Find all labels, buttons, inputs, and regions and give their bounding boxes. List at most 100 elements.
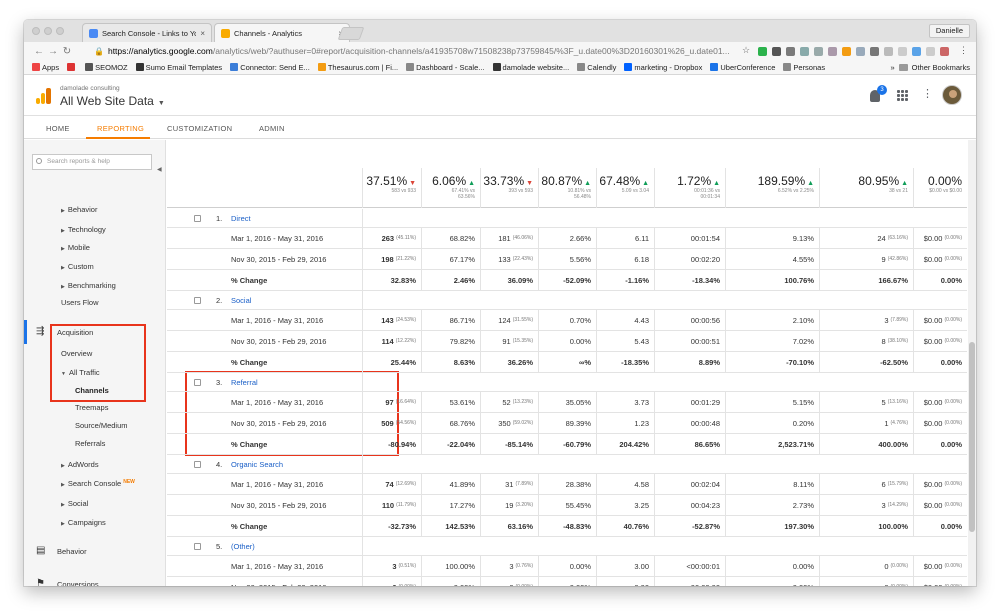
extension-icon[interactable] — [758, 47, 767, 56]
extension-icon[interactable] — [828, 47, 837, 56]
sidebar-item-acquisition[interactable]: Acquisition — [57, 328, 93, 337]
scrollbar-thumb[interactable] — [969, 342, 975, 532]
minimize-window-button[interactable] — [44, 27, 52, 35]
property-selector[interactable]: All Web Site Data ▼ — [60, 94, 165, 108]
sidebar-item-overview[interactable]: Overview — [61, 349, 92, 358]
date-range-row: Mar 1, 2016 - May 31, 2016 3 (0.51%) 100.00… — [167, 556, 967, 577]
extension-icon[interactable] — [870, 47, 879, 56]
sidebar-item-search-console[interactable]: ▶ Search Console NEW — [61, 479, 135, 488]
extension-icon[interactable] — [912, 47, 921, 56]
channel-group-row[interactable]: 4. Organic Search — [167, 455, 967, 474]
caret-right-icon: ▶ — [61, 463, 65, 469]
row-checkbox[interactable] — [194, 379, 201, 386]
back-arrow-icon[interactable]: ← — [32, 46, 46, 57]
bookmark-item[interactable]: Apps — [32, 63, 59, 72]
extension-icon[interactable] — [940, 47, 949, 56]
channel-link[interactable]: Referral — [231, 378, 258, 387]
tab-admin[interactable]: ADMIN — [259, 124, 285, 133]
bookmark-item[interactable]: Connector: Send E... — [230, 63, 310, 72]
sidebar-item-technology[interactable]: ▶ Technology — [61, 225, 106, 234]
cell-value: 53.61% — [449, 397, 475, 407]
address-bar[interactable]: 🔒 https://analytics.google.com/analytics… — [94, 44, 760, 58]
sidebar-item-users-flow[interactable]: Users Flow — [61, 298, 99, 307]
browser-tab[interactable]: Search Console - Links to You × — [82, 23, 212, 42]
bookmark-item[interactable]: Calendly — [577, 63, 616, 72]
cell-value: 8.11% — [793, 479, 814, 489]
sidebar-item-referrals[interactable]: Referrals — [75, 439, 105, 448]
forward-arrow-icon[interactable]: → — [46, 46, 60, 57]
maximize-window-button[interactable] — [56, 27, 64, 35]
profile-button[interactable]: Danielle — [928, 24, 970, 38]
sidebar-item-mobile[interactable]: ▶ Mobile — [61, 243, 90, 252]
cell-value: 5.43 — [634, 336, 649, 346]
channel-group-row[interactable]: 1. Direct — [167, 209, 967, 228]
extension-icon[interactable] — [926, 47, 935, 56]
extension-icon[interactable] — [800, 47, 809, 56]
bookmark-item[interactable]: SEOMOZ — [85, 63, 128, 72]
extension-icon[interactable] — [842, 47, 851, 56]
more-options-icon[interactable]: ⋮ — [922, 87, 933, 100]
cell-percentage: (31.55%) — [512, 317, 533, 323]
extension-icon[interactable] — [898, 47, 907, 56]
table-cell: 3 (7.89%) — [819, 310, 913, 330]
row-checkbox[interactable] — [194, 543, 201, 550]
extension-icon[interactable] — [772, 47, 781, 56]
browser-menu-icon[interactable]: ⋮ — [959, 45, 968, 56]
bookmark-item[interactable]: UberConference — [710, 63, 775, 72]
channel-link[interactable]: (Other) — [231, 542, 255, 551]
sidebar-item-adwords[interactable]: ▶ AdWords — [61, 460, 99, 469]
cell-value: -52.87% — [692, 521, 720, 531]
sidebar-item-all-traffic[interactable]: ▼ All Traffic — [61, 368, 100, 377]
close-window-button[interactable] — [32, 27, 40, 35]
extension-icon[interactable] — [814, 47, 823, 56]
percent-change-row: % Change 32.83% 2.46% 36.09% -52.09% -1.16% -1… — [167, 270, 967, 291]
analytics-logo-icon[interactable] — [36, 88, 52, 104]
bookmark-item[interactable]: Sumo Email Templates — [135, 63, 222, 72]
reload-icon[interactable]: ↻ — [60, 46, 74, 57]
bookmark-item[interactable]: damolade website... — [492, 63, 569, 72]
bookmark-item[interactable]: Thesaurus.com | Fi... — [317, 63, 398, 72]
sidebar-item-channels[interactable]: Channels — [75, 386, 109, 395]
channel-link[interactable]: Organic Search — [231, 460, 283, 469]
channel-link[interactable]: Direct — [231, 214, 251, 223]
search-input[interactable]: Search reports & help — [32, 154, 152, 170]
row-checkbox[interactable] — [194, 215, 201, 222]
bookmark-star-icon[interactable]: ☆ — [742, 45, 750, 56]
channel-group-row[interactable]: 3. Referral — [167, 373, 967, 392]
cell-value: 74 — [385, 479, 394, 489]
channel-group-row[interactable]: 2. Social — [167, 291, 967, 310]
avatar[interactable] — [942, 85, 962, 105]
extension-icon[interactable] — [856, 47, 865, 56]
other-bookmarks[interactable]: » Other Bookmarks — [886, 60, 970, 74]
sidebar-item-social[interactable]: ▶ Social — [61, 499, 88, 508]
cell-value: 3.00 — [634, 561, 649, 571]
sidebar-item-treemaps[interactable]: Treemaps — [75, 403, 108, 412]
bookmark-item[interactable] — [67, 63, 77, 71]
close-tab-icon[interactable]: × — [200, 29, 205, 38]
tab-home[interactable]: HOME — [46, 124, 70, 133]
bookmark-item[interactable]: marketing - Dropbox — [624, 63, 702, 72]
tab-reporting[interactable]: REPORTING — [97, 124, 144, 133]
sidebar-item-behavior[interactable]: Behavior — [57, 547, 87, 556]
sidebar-item-custom[interactable]: ▶ Custom — [61, 262, 94, 271]
channel-link[interactable]: Social — [231, 296, 251, 305]
browser-window: Search Console - Links to You × Channels -… — [24, 20, 976, 586]
bookmark-item[interactable]: Personas — [783, 63, 825, 72]
sidebar-item-behavior[interactable]: ▶ Behavior — [61, 205, 97, 214]
extension-icon[interactable] — [786, 47, 795, 56]
table-cell: 63.16% — [480, 516, 538, 536]
sidebar-item-benchmarking[interactable]: ▶ Benchmarking — [61, 281, 116, 290]
extension-icon[interactable] — [884, 47, 893, 56]
sidebar-item-campaigns[interactable]: ▶ Campaigns — [61, 518, 106, 527]
apps-grid-icon[interactable] — [897, 90, 908, 101]
bookmark-item[interactable]: Dashboard - Scale... — [406, 63, 485, 72]
sidebar-item-source-medium[interactable]: Source/Medium — [75, 421, 128, 430]
row-checkbox[interactable] — [194, 461, 201, 468]
row-checkbox[interactable] — [194, 297, 201, 304]
browser-tab[interactable]: Channels - Analytics× — [214, 23, 350, 42]
sidebar-item-conversions[interactable]: Conversions — [57, 580, 99, 586]
collapse-sidebar-icon[interactable]: ◀ — [157, 166, 162, 173]
new-tab-button[interactable] — [337, 27, 365, 40]
tab-customization[interactable]: CUSTOMIZATION — [167, 124, 232, 133]
channel-group-row[interactable]: 5. (Other) — [167, 537, 967, 556]
